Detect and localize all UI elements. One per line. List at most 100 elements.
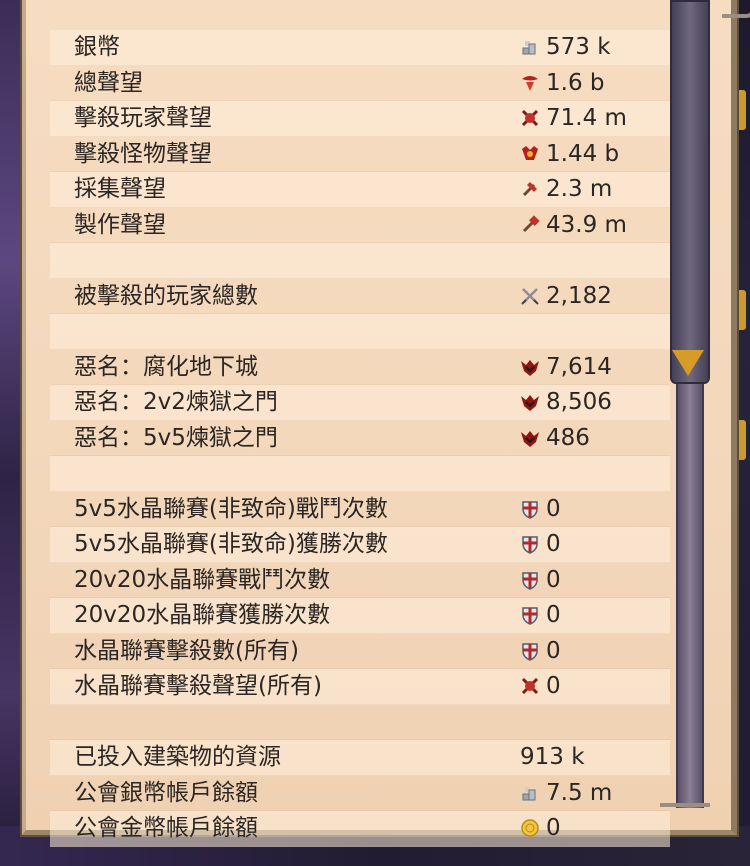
stat-value-group: 913 k: [520, 740, 585, 775]
swords-icon: [520, 286, 540, 306]
stat-label: 採集聲望: [74, 176, 166, 202]
stat-label: 20v20水晶聯賽獲勝次數: [74, 602, 331, 628]
stat-label: 水晶聯賽擊殺聲望(所有): [74, 673, 322, 699]
infamy-icon: [520, 428, 540, 448]
stat-value-group: 0: [520, 634, 561, 669]
stat-value-group: 8,506: [520, 385, 612, 420]
stat-row: 公會金幣帳戶餘額 0: [50, 811, 670, 847]
stat-row: 惡名：腐化地下城 7,614: [50, 350, 670, 385]
stat-row: 擊殺怪物聲望 1.44 b: [50, 137, 670, 172]
stat-label: 已投入建築物的資源: [74, 744, 281, 770]
stat-value-group: 0: [520, 527, 561, 562]
stat-value: 71.4 m: [546, 105, 627, 131]
crafting-fame-icon: [520, 215, 540, 235]
stat-label: 5v5水晶聯賽(非致命)獲勝次數: [74, 531, 388, 557]
stat-row: 5v5水晶聯賽(非致命)獲勝次數 0: [50, 527, 670, 563]
spacer-row: [50, 243, 670, 279]
stat-label: 水晶聯賽擊殺數(所有): [74, 637, 299, 664]
stat-value-group: 0: [520, 811, 561, 846]
infamy-icon: [520, 392, 540, 412]
stat-label: 5v5水晶聯賽(非致命)戰鬥次數: [74, 495, 388, 522]
stat-row: 20v20水晶聯賽獲勝次數 0: [50, 598, 670, 634]
stat-value-group: 7,614: [520, 350, 612, 385]
stat-row: 已投入建築物的資源 913 k: [50, 740, 670, 776]
pve-fame-icon: [520, 144, 540, 164]
stat-value-group: 0: [520, 492, 561, 527]
gold-coin-icon: [520, 818, 540, 838]
statistics-panel: 銀幣 573 k 總聲望 1.6 b 擊殺玩家聲望 71.4 m 擊殺怪物聲望 1.44 b 採…: [22, 0, 750, 847]
stat-row: 採集聲望 2.3 m: [50, 172, 670, 208]
stat-label: 惡名：2v2煉獄之門: [74, 389, 278, 415]
stat-value: 8,506: [546, 389, 612, 415]
stat-value: 0: [546, 673, 561, 699]
spacer-row: [50, 705, 670, 740]
stat-value: 0: [546, 637, 561, 664]
stat-row: 總聲望 1.6 b: [50, 66, 670, 101]
stat-value: 2,182: [546, 282, 612, 309]
stat-label: 惡名：腐化地下城: [74, 353, 258, 380]
stat-label: 公會銀幣帳戶餘額: [74, 779, 258, 806]
stat-label: 製作聲望: [74, 211, 166, 238]
stat-value: 0: [546, 602, 561, 628]
stat-value: 573 k: [546, 34, 611, 60]
stat-value-group: 0: [520, 563, 561, 598]
stat-value-group: 1.44 b: [520, 137, 619, 172]
stat-row: 水晶聯賽擊殺數(所有) 0: [50, 634, 670, 669]
stat-value: 913 k: [520, 744, 585, 770]
shield-icon: [520, 570, 540, 590]
stat-label: 擊殺玩家聲望: [74, 105, 212, 131]
shield-icon: [520, 641, 540, 661]
shield-icon: [520, 605, 540, 626]
stat-row: 公會銀幣帳戶餘額 7.5 m: [50, 776, 670, 811]
infamy-icon: [520, 357, 540, 377]
stat-row: 被擊殺的玩家總數 2,182: [50, 279, 670, 314]
panel-hook: [722, 0, 750, 18]
gathering-fame-icon: [520, 179, 540, 199]
stat-value-group: 1.6 b: [520, 66, 605, 101]
total-fame-icon: [520, 73, 540, 93]
stat-value: 1.6 b: [546, 69, 605, 96]
silver-coin-icon: [520, 783, 540, 803]
scrollbar-end: [660, 803, 710, 807]
stat-value: 2.3 m: [546, 176, 613, 202]
stat-value-group: 0: [520, 598, 561, 633]
stat-row: 惡名：5v5煉獄之門 486: [50, 421, 670, 456]
stat-row: 水晶聯賽擊殺聲望(所有) 0: [50, 669, 670, 705]
stat-label: 公會金幣帳戶餘額: [74, 815, 258, 841]
stat-value: 486: [546, 424, 590, 451]
stat-value: 7,614: [546, 353, 612, 380]
stat-row: 製作聲望 43.9 m: [50, 208, 670, 243]
stat-label: 被擊殺的玩家總數: [74, 282, 258, 309]
stat-value: 0: [546, 495, 561, 522]
stat-label: 銀幣: [74, 34, 120, 60]
stat-value: 0: [546, 566, 561, 593]
stat-value: 1.44 b: [546, 140, 620, 167]
stat-row: 20v20水晶聯賽戰鬥次數 0: [50, 563, 670, 598]
stat-label: 擊殺怪物聲望: [74, 140, 212, 167]
stat-row: 惡名：2v2煉獄之門 8,506: [50, 385, 670, 421]
statistics-list: 銀幣 573 k 總聲望 1.6 b 擊殺玩家聲望 71.4 m 擊殺怪物聲望 1.44 b 採…: [50, 30, 670, 847]
stat-row: 5v5水晶聯賽(非致命)戰鬥次數 0: [50, 492, 670, 527]
spacer-row: [50, 314, 670, 350]
stat-value-group: 7.5 m: [520, 776, 612, 811]
stat-value-group: 71.4 m: [520, 101, 627, 136]
stat-value-group: 43.9 m: [520, 208, 627, 243]
stat-row: 擊殺玩家聲望 71.4 m: [50, 101, 670, 137]
stat-value: 7.5 m: [546, 779, 613, 806]
stat-value: 0: [546, 815, 561, 841]
stat-value: 43.9 m: [546, 211, 627, 238]
pvp-fame-icon: [520, 676, 540, 696]
stat-value: 0: [546, 531, 561, 557]
stat-value-group: 573 k: [520, 30, 611, 65]
scrollbar-thumb[interactable]: [670, 0, 710, 384]
stat-value-group: 486: [520, 421, 590, 456]
spacer-row: [50, 456, 670, 492]
stat-value-group: 2.3 m: [520, 172, 612, 207]
stat-label: 惡名：5v5煉獄之門: [74, 424, 278, 451]
stat-value-group: 2,182: [520, 279, 612, 314]
stat-label: 20v20水晶聯賽戰鬥次數: [74, 566, 331, 593]
scroll-down-arrow-icon[interactable]: [672, 350, 704, 376]
shield-icon: [520, 534, 540, 555]
silver-coin-icon: [520, 37, 540, 57]
stat-value-group: 0: [520, 669, 561, 704]
